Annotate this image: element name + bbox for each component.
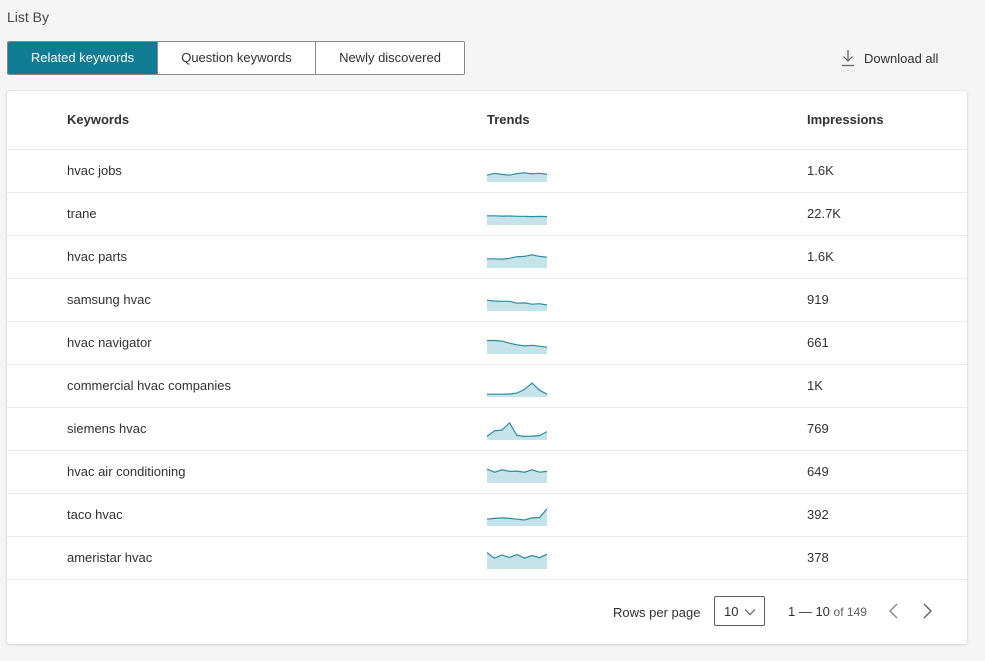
impressions-cell: 378 [807,550,829,565]
download-icon [842,50,854,67]
trend-area [487,300,547,311]
trend-area [487,215,547,225]
chevron-down-icon [744,609,756,616]
page-range-value: 1 — 10 [788,604,830,619]
trend-area [487,422,547,440]
download-all-button[interactable]: Download all [841,49,938,67]
keyword-cell[interactable]: hvac parts [67,249,127,264]
table-row[interactable]: hvac air conditioning 649 [7,451,967,494]
table-row[interactable]: hvac parts 1.6K [7,236,967,279]
impressions-cell: 919 [807,292,829,307]
previous-page-icon[interactable] [887,602,901,620]
table-row[interactable]: hvac jobs 1.6K [7,150,967,193]
next-page-icon[interactable] [920,602,934,620]
trend-sparkline [487,508,547,526]
table-row[interactable]: ameristar hvac 378 [7,537,967,580]
table-header: Keywords Trends Impressions [7,91,967,150]
trend-sparkline [487,215,547,225]
trend-area [487,383,547,397]
trend-sparkline [487,339,547,354]
tab-question-keywords[interactable]: Question keywords [157,42,315,74]
impressions-cell: 769 [807,421,829,436]
table-row[interactable]: samsung hvac 919 [7,279,967,322]
trend-sparkline [487,254,547,268]
impressions-cell: 22.7K [807,206,841,221]
column-header-keywords[interactable]: Keywords [67,112,129,127]
rows-per-page-label: Rows per page [613,605,701,620]
impressions-cell: 649 [807,464,829,479]
column-header-trends: Trends [487,112,530,127]
rows-per-page-select[interactable]: 10 [714,596,765,626]
impressions-cell: 1K [807,378,823,393]
trend-sparkline [487,382,547,397]
keyword-cell[interactable]: taco hvac [67,507,123,522]
trend-sparkline [487,421,547,440]
tab-related-keywords[interactable]: Related keywords [8,42,157,74]
impressions-cell: 661 [807,335,829,350]
keyword-cell[interactable]: hvac jobs [67,163,122,178]
trend-area [487,340,547,354]
trend-sparkline [487,552,547,569]
pagination-bar: Rows per page 10 1 — 10 of 149 [7,596,967,630]
tab-newly-discovered[interactable]: Newly discovered [315,42,464,74]
rows-per-page-value: 10 [724,604,739,619]
trend-sparkline [487,172,547,182]
table-row[interactable]: trane 22.7K [7,193,967,236]
table-row[interactable]: commercial hvac companies 1K [7,365,967,408]
impressions-cell: 1.6K [807,163,834,178]
list-by-label: List By [7,9,50,25]
keyword-cell[interactable]: hvac navigator [67,335,152,350]
download-all-label: Download all [864,50,939,66]
page-total: of 149 [833,605,867,619]
keyword-cell[interactable]: trane [67,206,97,221]
keyword-cell[interactable]: samsung hvac [67,292,151,307]
table-row[interactable]: taco hvac 392 [7,494,967,537]
keyword-cell[interactable]: hvac air conditioning [67,464,186,479]
list-by-segmented-control: Related keywords Question keywords Newly… [7,41,465,75]
keyword-cell[interactable]: ameristar hvac [67,550,152,565]
trend-sparkline [487,299,547,311]
table-row[interactable]: siemens hvac 769 [7,408,967,451]
trend-sparkline [487,468,547,483]
keyword-cell[interactable]: siemens hvac [67,421,146,436]
keyword-cell[interactable]: commercial hvac companies [67,378,231,393]
impressions-cell: 392 [807,507,829,522]
impressions-cell: 1.6K [807,249,834,264]
keywords-table-card: Keywords Trends Impressions hvac jobs 1.6… [7,91,967,644]
column-header-impressions[interactable]: Impressions [807,112,884,127]
table-row[interactable]: hvac navigator 661 [7,322,967,365]
page-range: 1 — 10 of 149 [788,604,867,619]
